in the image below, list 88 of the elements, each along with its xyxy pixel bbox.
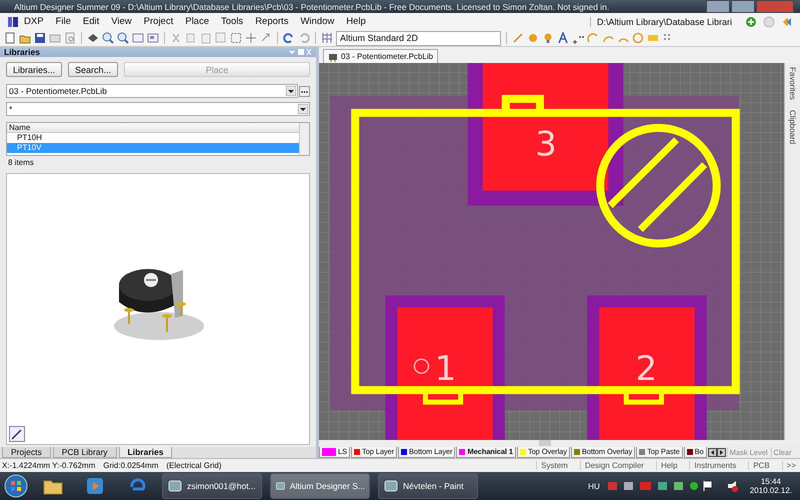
panel-tab[interactable]: Projects [2,447,51,458]
pad-number: 1 [434,349,456,390]
dropdown-arrow-icon[interactable] [298,104,308,114]
document-tab-label: 03 - Potentiometer.PcbLib [341,52,434,61]
taskbar-button[interactable]: Altium Designer S... [270,473,370,499]
pin-marker [414,358,430,374]
status-button[interactable]: Instruments [689,461,740,470]
undo-icon[interactable] [283,32,295,44]
taskbar-label: Altium Designer S... [290,481,365,491]
scrollbar[interactable] [299,123,309,155]
text-icon[interactable] [557,32,569,44]
taskbar-label: Névtelen - Paint [403,481,464,491]
pad-icon[interactable] [527,32,539,44]
column-header[interactable]: Name [7,123,299,133]
taskbar-label: zsimon001@hot... [187,481,256,491]
minimize-button[interactable] [706,0,730,13]
pad-number: 3 [535,124,557,165]
close-button[interactable] [756,0,794,13]
pick-tool-icon[interactable] [9,426,25,442]
ellipsis-icon[interactable] [299,86,310,96]
menu-item[interactable]: Help [340,16,372,27]
status-button[interactable]: Design Compiler [580,461,648,470]
item-count: 8 items [7,157,35,169]
view-dropdown[interactable]: Altium Standard 2D [336,30,501,46]
taskbar-button[interactable]: zsimon001@hot... [162,473,262,499]
document-tab[interactable]: 03 - Potentiometer.PcbLib [323,49,438,63]
panel-title: Libraries [4,47,40,57]
status-button[interactable]: PCB [748,461,774,470]
pad-number: 2 [636,349,658,390]
volume-icon[interactable] [726,480,738,492]
line-icon[interactable] [512,32,524,44]
app-icon[interactable] [383,478,399,494]
panel-button[interactable]: Libraries... [6,62,62,77]
move-icon[interactable] [245,32,257,44]
menu-item[interactable]: Reports [249,16,294,27]
plus-circle-icon[interactable] [745,16,757,28]
menu-item[interactable]: DXP [22,16,50,27]
status-button[interactable]: >> [782,461,800,470]
save-icon[interactable] [34,32,46,44]
cursor-coordinates: X:-1.4224mm Y:-0.762mm [2,461,96,470]
menu-item[interactable]: Tools [215,16,250,27]
select-rectangle-icon[interactable] [230,32,242,44]
grid-icon[interactable] [321,32,333,44]
preview-icon[interactable] [64,32,76,44]
diamond-icon[interactable] [781,16,793,28]
arrow-icon[interactable] [260,32,272,44]
scroll-arrows-icon[interactable] [708,448,726,456]
menu-item[interactable]: View [105,16,138,27]
chip-icon[interactable] [328,52,338,62]
list-item[interactable]: PT10H [7,133,299,143]
menu-item[interactable]: Window [294,16,340,27]
start-button-icon[interactable] [4,474,28,498]
filter-dropdown[interactable]: * [6,102,310,116]
filter-value: * [9,104,12,114]
panel-tab[interactable]: Libraries [118,447,172,458]
zoom-in-icon[interactable] [102,32,114,44]
panel-button[interactable]: Search... [68,62,118,77]
taskbar-button[interactable]: Névtelen - Paint [378,473,478,499]
menu-item[interactable]: Place [179,16,215,27]
zoom-area-icon[interactable] [147,32,159,44]
panel-controls-icon[interactable] [288,48,312,56]
app-logo-icon[interactable] [7,16,19,28]
status-button[interactable]: Help [656,461,682,470]
menu-item[interactable]: Edit [76,16,106,27]
clock-date[interactable]: 2010.02.12. [750,486,792,495]
library-name: 03 - Potentiometer.PcbLib [9,86,107,96]
status-button[interactable]: System [536,461,572,470]
media-player-icon[interactable] [84,476,106,496]
via-icon[interactable] [542,32,554,44]
new-document-icon[interactable] [4,32,16,44]
panel-tab[interactable]: PCB Library [52,447,117,458]
path-dropdown[interactable]: D:\Altium Library\Database Librari [590,16,738,26]
side-panel-tab[interactable]: Favorites [788,67,797,100]
clock-time[interactable]: 15:44 [760,477,781,486]
zoom-out-icon[interactable] [117,32,129,44]
language-indicator[interactable]: HU [588,482,600,490]
side-panel-tab[interactable]: Clipboard [788,110,797,144]
grid-type: (Electrical Grid) [166,461,222,470]
library-dropdown[interactable]: 03 - Potentiometer.PcbLib [6,84,298,98]
app-icon[interactable] [167,478,183,494]
window-title: Altium Designer Summer 09 - D:\Altium Library\Database Libraries\Pcb\03 - Potentiometer.PcbLib - Free Documents. Licensed to Simon Zoltan. Not signed in. [14,2,610,12]
menu-item[interactable]: Project [138,16,180,27]
grid-size: Grid:0.0254mm [103,461,158,470]
menu-item[interactable]: File [50,16,77,27]
circle-icon[interactable] [632,32,644,44]
fit-view-icon[interactable] [132,32,144,44]
maximize-button[interactable] [731,0,755,13]
dropdown-arrow-icon[interactable] [286,86,296,96]
